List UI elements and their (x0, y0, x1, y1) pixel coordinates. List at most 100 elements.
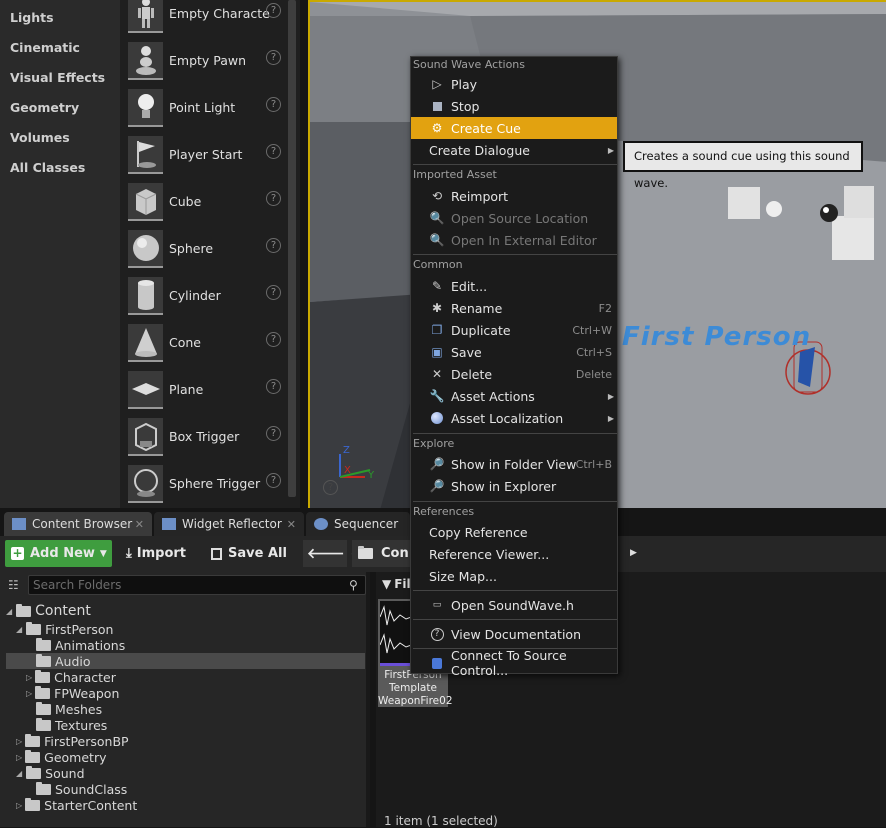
help-icon[interactable]: ? (266, 379, 281, 394)
category-visual-effects[interactable]: Visual Effects (10, 70, 105, 85)
import-button[interactable]: ⤓ Import (126, 540, 196, 567)
menu-item-stop[interactable]: Stop (411, 95, 617, 117)
tree-label: Meshes (55, 701, 103, 717)
help-icon[interactable]: ? (266, 191, 281, 206)
menu-item-reimport[interactable]: ⟲ Reimport (411, 185, 617, 207)
expanded-arrow-icon[interactable]: ◢ (16, 625, 22, 634)
tab-widget-reflector[interactable]: Widget Reflector ✕ (154, 512, 304, 536)
viewport-text-render: First Person (622, 322, 812, 352)
help-icon[interactable]: ? (266, 238, 281, 253)
menu-item-label: Reimport (451, 188, 509, 204)
section-header: References (413, 505, 475, 518)
help-icon: ? (430, 627, 444, 641)
search-folders-input[interactable]: Search Folders (28, 575, 366, 595)
tree-node-firstpersonbp[interactable]: ▷ FirstPersonBP (16, 733, 129, 749)
help-icon[interactable]: ? (266, 97, 281, 112)
help-icon[interactable]: ? (266, 3, 281, 18)
menu-item-reference-viewer[interactable]: Reference Viewer... (411, 543, 617, 565)
place-item-point-light[interactable]: Point Light ? (126, 88, 298, 132)
tree-node-animations[interactable]: Animations (36, 637, 125, 653)
place-item-cone[interactable]: Cone ? (126, 323, 298, 367)
tree-label: Geometry (44, 749, 107, 765)
menu-item-create-cue[interactable]: ⚙ Create Cue (411, 117, 617, 139)
place-item-box-trigger[interactable]: Box Trigger ? (126, 417, 298, 461)
help-icon[interactable]: ? (266, 285, 281, 300)
shortcut-label: Ctrl+B (575, 457, 612, 471)
path-expand-arrow-icon[interactable]: ▶ (630, 548, 637, 558)
category-geometry[interactable]: Geometry (10, 100, 79, 115)
place-item-cylinder[interactable]: Cylinder ? (126, 276, 298, 320)
place-item-cube[interactable]: Cube ? (126, 182, 298, 226)
help-icon[interactable]: ? (266, 332, 281, 347)
help-icon[interactable]: ? (266, 50, 281, 65)
tree-node-startercontent[interactable]: ▷ StarterContent (16, 797, 137, 813)
folder-tree-toggle-icon[interactable]: ☷ (8, 578, 24, 592)
tree-node-firstperson[interactable]: ◢ FirstPerson (16, 621, 113, 637)
add-new-button[interactable]: + Add New ▼ (5, 540, 112, 567)
tree-node-audio[interactable]: Audio (6, 653, 365, 669)
menu-item-duplicate[interactable]: ❐ Duplicate Ctrl+W (411, 319, 617, 341)
place-item-empty-pawn[interactable]: Empty Pawn ? (126, 41, 298, 85)
menu-item-play[interactable]: ▷ Play (411, 73, 617, 95)
menu-item-copy-reference[interactable]: Copy Reference (411, 521, 617, 543)
place-item-player-start[interactable]: Player Start ? (126, 135, 298, 179)
category-volumes[interactable]: Volumes (10, 130, 70, 145)
place-item-sphere[interactable]: Sphere ? (126, 229, 298, 273)
category-cinematic[interactable]: Cinematic (10, 40, 80, 55)
menu-item-asset-localization[interactable]: Asset Localization ▶ (411, 407, 617, 429)
menu-item-size-map[interactable]: Size Map... (411, 565, 617, 587)
help-icon[interactable]: ? (266, 426, 281, 441)
shortcut-label: F2 (598, 301, 612, 315)
play-icon: ▷ (432, 77, 442, 91)
tree-node-geometry[interactable]: ▷ Geometry (16, 749, 107, 765)
menu-item-edit[interactable]: ✎ Edit... (411, 275, 617, 297)
tree-node-meshes[interactable]: Meshes (36, 701, 102, 717)
menu-item-delete[interactable]: ✕ Delete Delete (411, 363, 617, 385)
tree-node-character[interactable]: ▷ Character (26, 669, 116, 685)
menu-item-show-in-explorer[interactable]: 🔎 Show in Explorer (411, 475, 617, 497)
expanded-arrow-icon[interactable]: ◢ (16, 769, 22, 778)
collapsed-arrow-icon[interactable]: ▷ (26, 689, 32, 698)
tree-node-sound[interactable]: ◢ Sound (16, 765, 85, 781)
place-item-plane[interactable]: Plane ? (126, 370, 298, 414)
menu-item-show-in-folder-view[interactable]: 🔎 Show in Folder View Ctrl+B (411, 453, 617, 475)
path-breadcrumb[interactable]: Con (352, 540, 410, 567)
menu-item-save[interactable]: ▣ Save Ctrl+S (411, 341, 617, 363)
collapsed-arrow-icon[interactable]: ▷ (16, 801, 22, 810)
tree-node-soundclass[interactable]: SoundClass (36, 781, 127, 797)
collapsed-arrow-icon[interactable]: ▷ (16, 737, 22, 746)
save-all-button[interactable]: Save All (211, 540, 291, 567)
tree-node-fpweapon[interactable]: ▷ FPWeapon (26, 685, 119, 701)
place-list-scrollbar[interactable] (288, 0, 296, 497)
place-item-empty-character[interactable]: Empty Characte ? (126, 0, 298, 38)
place-item-sphere-trigger[interactable]: Sphere Trigger ? (126, 464, 298, 508)
help-icon[interactable]: ? (266, 473, 281, 488)
category-lights[interactable]: Lights (10, 10, 54, 25)
category-all-classes[interactable]: All Classes (10, 160, 85, 175)
collapsed-arrow-icon[interactable]: ▷ (26, 673, 32, 682)
menu-item-open-soundwave-h[interactable]: ▭ Open SoundWave.h (411, 594, 617, 616)
viewport-help-icon[interactable]: ? (323, 480, 338, 495)
tab-sequencer[interactable]: Sequencer (306, 512, 410, 536)
menu-item-create-dialogue[interactable]: Create Dialogue ▶ (411, 139, 617, 161)
collapsed-arrow-icon[interactable]: ▷ (16, 753, 22, 762)
menu-item-rename[interactable]: ✱ Rename F2 (411, 297, 617, 319)
menu-item-asset-actions[interactable]: 🔧 Asset Actions ▶ (411, 385, 617, 407)
place-item-label: Empty Pawn (169, 53, 247, 68)
menu-item-open-external-editor[interactable]: 🔍 Open In External Editor (411, 229, 617, 251)
menu-item-open-source-location[interactable]: 🔍 Open Source Location (411, 207, 617, 229)
tab-content-browser[interactable]: Content Browser ✕ (4, 512, 152, 536)
menu-item-view-documentation[interactable]: ? View Documentation (411, 623, 617, 645)
tree-node-textures[interactable]: Textures (36, 717, 107, 733)
close-icon[interactable]: ✕ (287, 518, 296, 531)
expanded-arrow-icon[interactable]: ◢ (6, 607, 12, 616)
close-icon[interactable]: ✕ (135, 518, 144, 531)
tree-node-content[interactable]: ◢ Content (6, 603, 91, 619)
sound-cue-icon: ⚙ (431, 121, 443, 135)
section-header: Imported Asset (413, 168, 497, 181)
help-icon[interactable]: ? (266, 144, 281, 159)
menu-item-connect-source-control[interactable]: Connect To Source Control... (411, 648, 617, 678)
menu-item-label: Rename (451, 300, 503, 316)
back-arrow-icon[interactable]: 🡐 (307, 545, 345, 562)
panel-splitter[interactable] (366, 572, 370, 827)
